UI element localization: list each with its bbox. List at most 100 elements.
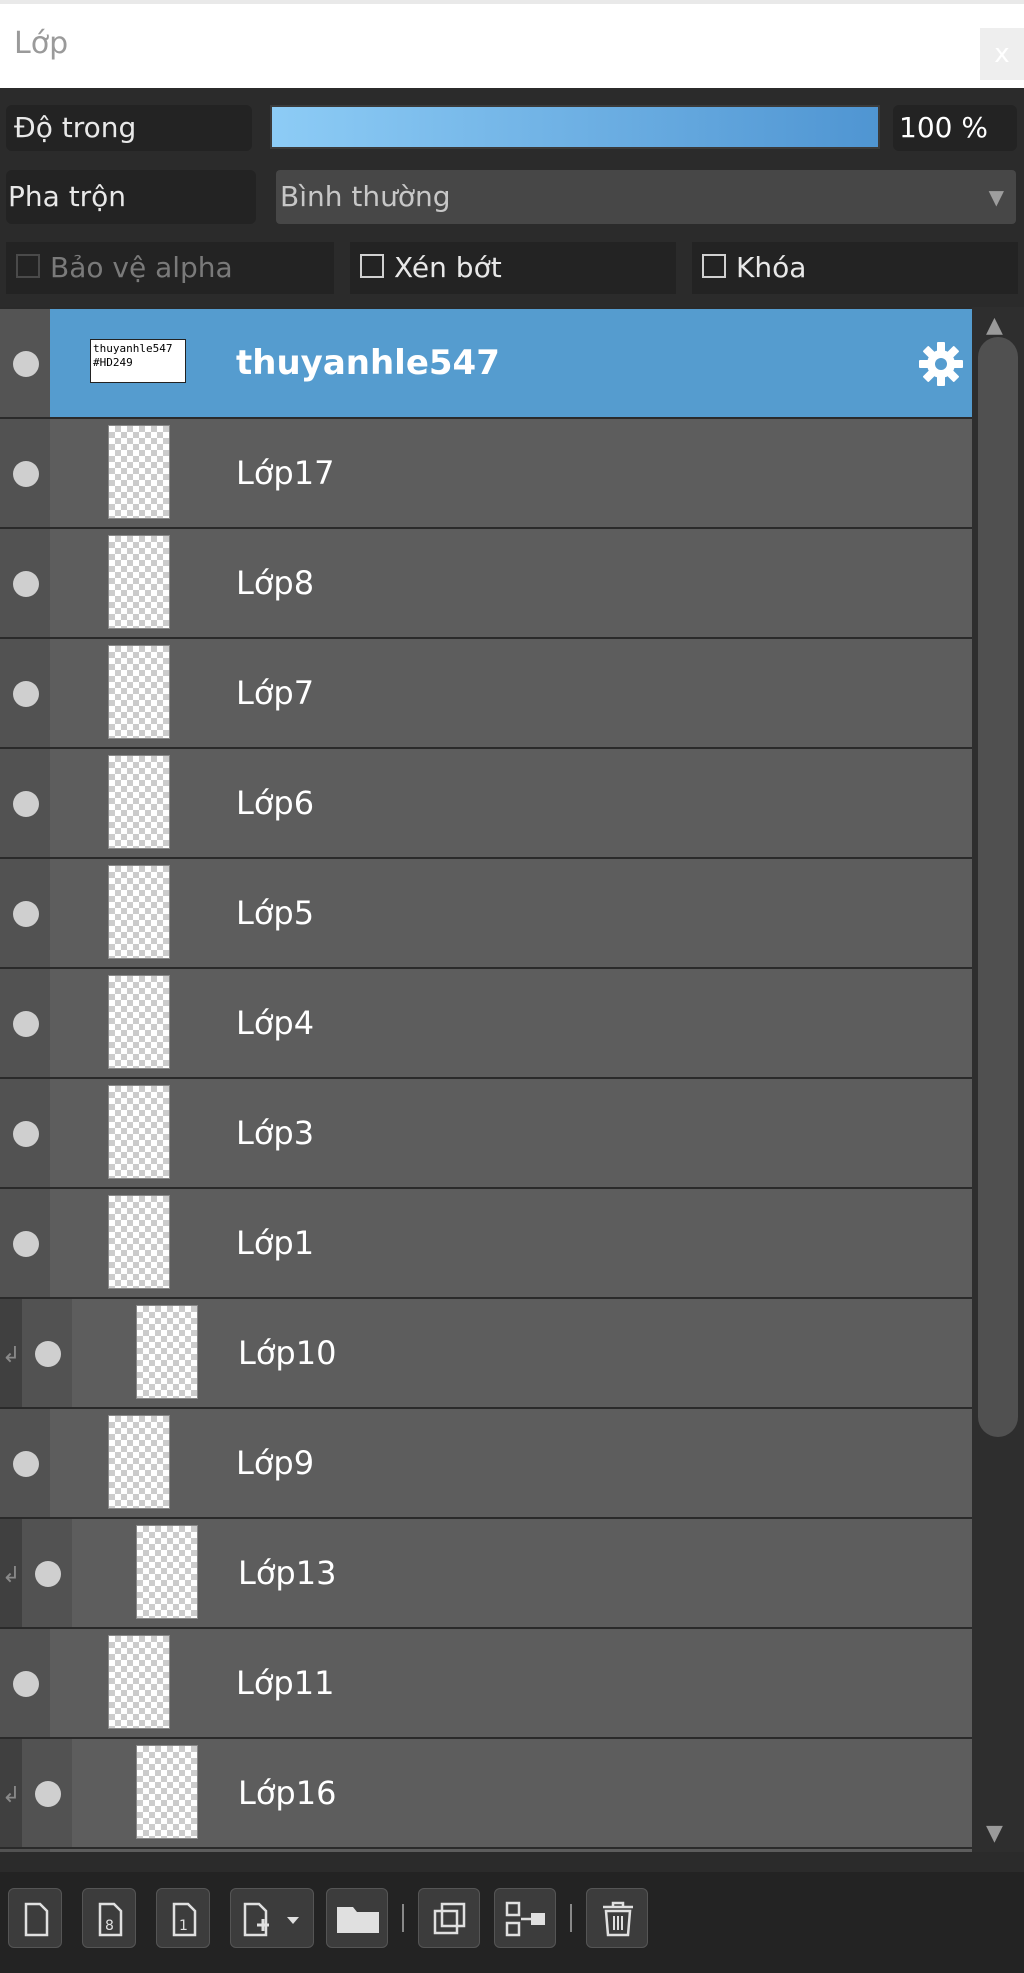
clip-arrow-icon: ↲ bbox=[2, 1563, 21, 1588]
visibility-toggle[interactable] bbox=[0, 419, 50, 527]
layer-row[interactable]: Lớp9 bbox=[0, 1407, 972, 1517]
layer-row[interactable]: Lớp7 bbox=[0, 637, 972, 747]
layer-body[interactable]: Lớp3 bbox=[50, 1079, 972, 1187]
layer-body[interactable]: Lớp17 bbox=[50, 419, 972, 527]
layer-body[interactable]: Lớp6 bbox=[50, 749, 972, 857]
layer-body[interactable]: Lớp4 bbox=[50, 969, 972, 1077]
visibility-dot-icon bbox=[13, 1231, 39, 1257]
layer-row[interactable]: Lớp5 bbox=[0, 857, 972, 967]
clipping-label: Xén bớt bbox=[394, 251, 502, 284]
visibility-toggle[interactable] bbox=[0, 969, 50, 1077]
blend-mode-select[interactable]: Bình thường ▼ bbox=[276, 170, 1016, 224]
panel-title: Lớp bbox=[14, 26, 69, 61]
layer-name: Lớp16 bbox=[238, 1774, 337, 1812]
layer-row[interactable]: Lớp6 bbox=[0, 747, 972, 857]
layer-body[interactable]: Lớp7 bbox=[50, 639, 972, 747]
visibility-toggle[interactable] bbox=[22, 1299, 72, 1407]
close-button[interactable]: x bbox=[980, 28, 1024, 80]
layer-thumbnail bbox=[108, 645, 170, 739]
new-layer-button[interactable] bbox=[8, 1888, 62, 1948]
add-layer-menu-button[interactable] bbox=[230, 1888, 314, 1948]
layer-name: Lớp3 bbox=[236, 1114, 315, 1152]
new-1bit-layer-button[interactable]: 1 bbox=[156, 1888, 210, 1948]
layer-name: Lớp4 bbox=[236, 1004, 315, 1042]
thumbnail-text: thuyanhle547 #HD249 bbox=[93, 342, 173, 369]
layer-name: Lớp11 bbox=[236, 1664, 335, 1702]
layer-row[interactable]: ↲ Lớp10 bbox=[0, 1297, 972, 1407]
layer-row[interactable]: Lớp4 bbox=[0, 967, 972, 1077]
layer-toolbar: 8 1 bbox=[0, 1872, 1024, 1973]
layer-body[interactable]: Lớp13 bbox=[72, 1519, 972, 1627]
visibility-dot-icon bbox=[13, 351, 39, 377]
visibility-dot-icon bbox=[35, 1781, 61, 1807]
layer-body[interactable]: Lớp8 bbox=[50, 529, 972, 637]
layer-row-partial[interactable] bbox=[0, 1847, 972, 1852]
visibility-toggle[interactable] bbox=[0, 639, 50, 747]
visibility-toggle[interactable] bbox=[0, 1849, 50, 1852]
layer-thumbnail: thuyanhle547 #HD249 bbox=[90, 339, 186, 383]
delete-layer-button[interactable] bbox=[586, 1888, 648, 1948]
layer-name: Lớp17 bbox=[236, 454, 335, 492]
layer-thumbnail bbox=[108, 425, 170, 519]
layer-body[interactable]: Lớp5 bbox=[50, 859, 972, 967]
clipping-indicator: ↲ bbox=[0, 1739, 22, 1847]
visibility-dot-icon bbox=[13, 681, 39, 707]
layer-row[interactable]: Lớp3 bbox=[0, 1077, 972, 1187]
visibility-toggle[interactable] bbox=[22, 1519, 72, 1627]
layer-thumbnail bbox=[108, 1085, 170, 1179]
layer-row[interactable]: Lớp17 bbox=[0, 417, 972, 527]
layer-thumbnail bbox=[108, 535, 170, 629]
layer-body[interactable]: Lớp10 bbox=[72, 1299, 972, 1407]
lock-checkbox[interactable]: Khóa bbox=[692, 242, 1018, 294]
checkbox-icon bbox=[702, 254, 726, 278]
layer-list-scrollbar[interactable]: ▲ ▼ bbox=[972, 307, 1024, 1852]
scrollbar-thumb[interactable] bbox=[978, 337, 1018, 1437]
layer-row[interactable]: thuyanhle547 #HD249 thuyanhle547 bbox=[0, 307, 972, 417]
new-8bit-layer-button[interactable]: 8 bbox=[82, 1888, 136, 1948]
layer-row[interactable]: ↲ Lớp13 bbox=[0, 1517, 972, 1627]
layer-body[interactable]: thuyanhle547 #HD249 thuyanhle547 bbox=[50, 309, 972, 417]
visibility-toggle[interactable] bbox=[22, 1739, 72, 1847]
visibility-dot-icon bbox=[13, 1011, 39, 1037]
visibility-dot-icon bbox=[13, 791, 39, 817]
merge-down-button[interactable] bbox=[494, 1888, 556, 1948]
opacity-label: Độ trong bbox=[6, 105, 252, 151]
visibility-toggle[interactable] bbox=[0, 1629, 50, 1737]
visibility-dot-icon bbox=[13, 461, 39, 487]
scroll-down-icon[interactable]: ▼ bbox=[986, 1821, 1003, 1846]
layer-body[interactable]: Lớp1 bbox=[50, 1189, 972, 1297]
layer-body[interactable]: Lớp16 bbox=[72, 1739, 972, 1847]
layer-row[interactable]: Lớp1 bbox=[0, 1187, 972, 1297]
visibility-toggle[interactable] bbox=[0, 1409, 50, 1517]
layer-thumbnail bbox=[108, 865, 170, 959]
checkbox-icon bbox=[16, 254, 40, 278]
duplicate-layer-button[interactable] bbox=[418, 1888, 480, 1948]
opacity-value[interactable]: 100 % bbox=[893, 105, 1017, 151]
add-layer-menu-icon bbox=[243, 1902, 299, 1937]
gear-icon[interactable] bbox=[916, 339, 966, 389]
scroll-up-icon[interactable]: ▲ bbox=[986, 313, 1003, 338]
layer-row[interactable]: ↲ Lớp16 bbox=[0, 1737, 972, 1847]
visibility-dot-icon bbox=[13, 901, 39, 927]
new-folder-button[interactable] bbox=[326, 1888, 388, 1948]
layer-row[interactable]: Lớp11 bbox=[0, 1627, 972, 1737]
layer-row[interactable]: Lớp8 bbox=[0, 527, 972, 637]
clipping-checkbox[interactable]: Xén bớt bbox=[350, 242, 676, 294]
visibility-toggle[interactable] bbox=[0, 309, 50, 417]
clipping-indicator: ↲ bbox=[0, 1519, 22, 1627]
visibility-toggle[interactable] bbox=[0, 1079, 50, 1187]
visibility-toggle[interactable] bbox=[0, 529, 50, 637]
delete-layer-icon bbox=[603, 1901, 633, 1937]
layer-body[interactable]: Lớp11 bbox=[50, 1629, 972, 1737]
protect-alpha-checkbox[interactable]: Bảo vệ alpha bbox=[6, 242, 334, 294]
merge-down-icon bbox=[505, 1901, 545, 1937]
layer-body[interactable]: Lớp9 bbox=[50, 1409, 972, 1517]
visibility-toggle[interactable] bbox=[0, 859, 50, 967]
dropdown-arrow-icon: ▼ bbox=[988, 185, 1004, 209]
visibility-toggle[interactable] bbox=[0, 1189, 50, 1297]
layer-list[interactable]: thuyanhle547 #HD249 thuyanhle547 Lớp17 Lớp8… bbox=[0, 307, 972, 1852]
visibility-toggle[interactable] bbox=[0, 749, 50, 857]
layer-body[interactable] bbox=[50, 1849, 972, 1852]
opacity-slider[interactable] bbox=[270, 105, 880, 149]
layer-name: Lớp10 bbox=[238, 1334, 337, 1372]
